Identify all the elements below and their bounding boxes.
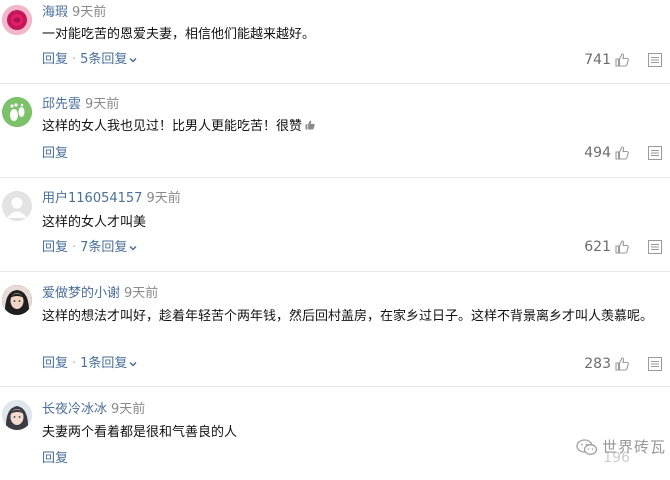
more-options-icon[interactable]: [648, 146, 662, 160]
reply-button[interactable]: 回复: [42, 146, 68, 161]
comment-time: 9天前: [72, 5, 107, 20]
replies-count-label: 5条回复: [80, 52, 128, 67]
more-options-icon[interactable]: [648, 240, 662, 254]
more-options-icon[interactable]: [648, 53, 662, 67]
comment-time: 9天前: [146, 191, 181, 206]
like-count: 741: [584, 52, 611, 68]
comment-text: 这样的女人我也见过！比男人更能吃苦！很赞: [42, 116, 660, 138]
comment-text: 一对能吃苦的恩爱夫妻，相信他们能越来越好。: [42, 27, 316, 42]
comment-time: 9天前: [124, 286, 159, 301]
rose-icon: [2, 5, 32, 35]
comment-text: 这样的女人才叫美: [42, 215, 147, 230]
comment-text: 夫妻两个看着都是很和气善良的人: [42, 425, 238, 440]
watermark-text: 世界砖瓦: [601, 438, 666, 456]
comment-username[interactable]: 长夜冷冰冰: [42, 402, 107, 417]
thumbs-up-icon[interactable]: [614, 239, 630, 255]
comment-text-content: 这样的女人我也见过！比男人更能吃苦！很赞: [42, 119, 303, 134]
comment-username[interactable]: 邱先雲: [42, 97, 81, 112]
thumbs-up-emoji-icon: [305, 120, 315, 130]
avatar[interactable]: [2, 191, 32, 221]
avatar[interactable]: [2, 5, 32, 35]
thumbs-up-icon[interactable]: [614, 356, 630, 372]
avatar[interactable]: [2, 285, 32, 315]
default-user-icon: [2, 191, 32, 221]
portrait-icon: [2, 285, 32, 315]
like-count: 621: [584, 239, 611, 255]
view-replies-button[interactable]: 7条回复: [80, 240, 138, 255]
replies-count-label: 7条回复: [80, 240, 128, 255]
comment-username[interactable]: 海瑕: [42, 5, 68, 20]
chevron-down-icon: [129, 361, 137, 367]
reply-button[interactable]: 回复: [42, 52, 68, 67]
separator: ·: [72, 240, 77, 255]
avatar[interactable]: [2, 400, 32, 430]
comment-username[interactable]: 爱做梦的小谢: [42, 286, 120, 301]
comment-time: 9天前: [111, 402, 146, 417]
separator: ·: [72, 52, 77, 67]
separator: ·: [72, 356, 77, 371]
comment-text: 这样的想法才叫好，趁着年轻苦个两年钱，然后回村盖房，在家乡过日子。这样不背景离乡…: [42, 309, 654, 324]
like-count: 494: [584, 145, 611, 161]
like-count: 283: [584, 356, 611, 372]
thumbs-up-icon[interactable]: [614, 52, 630, 68]
chevron-down-icon: [129, 245, 137, 251]
avatar[interactable]: [2, 97, 32, 127]
comment-username[interactable]: 用户116054157: [42, 191, 142, 206]
divider: [0, 386, 670, 387]
watermark: 世界砖瓦: [576, 436, 666, 457]
more-options-icon[interactable]: [648, 357, 662, 371]
view-replies-button[interactable]: 5条回复: [80, 52, 138, 67]
portrait-icon: [2, 400, 32, 430]
divider: [0, 177, 670, 178]
comment-time: 9天前: [85, 97, 120, 112]
reply-button[interactable]: 回复: [42, 240, 68, 255]
reply-button[interactable]: 回复: [42, 451, 68, 466]
thumbs-up-icon[interactable]: [614, 145, 630, 161]
divider: [0, 83, 670, 84]
replies-count-label: 1条回复: [80, 356, 128, 371]
footprint-icon: [2, 97, 32, 127]
reply-button[interactable]: 回复: [42, 356, 68, 371]
divider: [0, 271, 670, 272]
view-replies-button[interactable]: 1条回复: [80, 356, 138, 371]
chevron-down-icon: [129, 57, 137, 63]
wechat-icon: [576, 438, 598, 455]
